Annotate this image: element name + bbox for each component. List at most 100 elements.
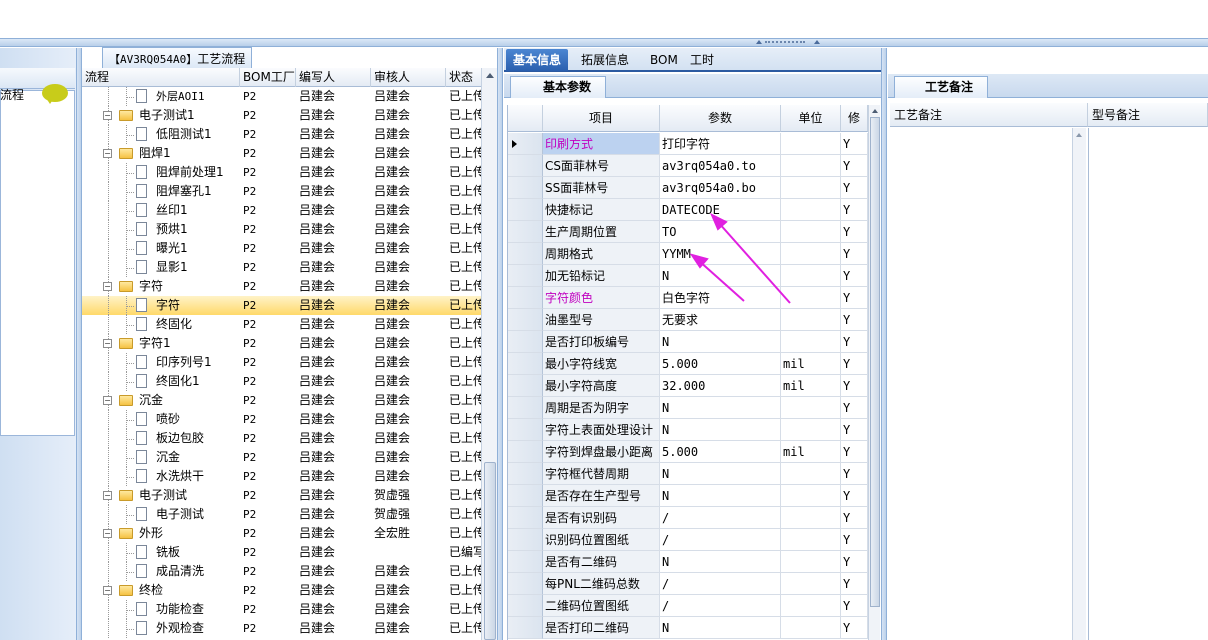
param-row[interactable]: 最小字符线宽 5.000 mil Y — [508, 353, 868, 375]
collapse-toggle-icon[interactable]: − — [103, 111, 112, 120]
tree-row[interactable]: 功能检查 P2 吕建会 吕建会 已上传 — [82, 600, 482, 619]
tree-node-name[interactable]: 沉金 — [139, 391, 240, 410]
col-header-writer[interactable]: 编写人 — [296, 68, 371, 87]
tree-node-name[interactable]: 铣板 — [156, 543, 240, 562]
right-splitter[interactable] — [881, 48, 887, 640]
param-unit[interactable] — [781, 529, 841, 551]
param-modify-flag[interactable]: Y — [841, 177, 868, 199]
scroll-up-icon[interactable] — [872, 109, 878, 113]
tree-row[interactable]: 阻焊前处理1 P2 吕建会 吕建会 已上传 — [82, 163, 482, 182]
param-value[interactable]: 5.000 — [660, 441, 781, 463]
tree-row[interactable]: 曝光1 P2 吕建会 吕建会 已上传 — [82, 239, 482, 258]
grid-scroll-thumb[interactable] — [870, 117, 880, 607]
param-value[interactable]: / — [660, 595, 781, 617]
param-unit[interactable] — [781, 309, 841, 331]
param-modify-flag[interactable]: Y — [841, 573, 868, 595]
tree-node-name[interactable]: 预烘1 — [156, 220, 240, 239]
tree-row[interactable]: − 电子测试1 P2 吕建会 吕建会 已上传 — [82, 106, 482, 125]
param-unit[interactable] — [781, 331, 841, 353]
param-modify-flag[interactable]: Y — [841, 133, 868, 155]
tree-row[interactable]: − 字符1 P2 吕建会 吕建会 已上传 — [82, 334, 482, 353]
tree-node-name[interactable]: 阻焊塞孔1 — [156, 182, 240, 201]
model-remarks-area[interactable] — [1088, 128, 1208, 640]
tree-node-name[interactable]: 字符 — [156, 296, 240, 315]
param-value[interactable]: N — [660, 265, 781, 287]
param-unit[interactable]: mil — [781, 353, 841, 375]
grid-header-param[interactable]: 参数 — [660, 105, 781, 132]
param-unit[interactable]: mil — [781, 375, 841, 397]
tree-row[interactable]: 印序列号1 P2 吕建会 吕建会 已上传 — [82, 353, 482, 372]
row-header[interactable] — [508, 617, 543, 639]
collapse-toggle-icon[interactable]: − — [103, 149, 112, 158]
tab-basic-info[interactable]: 基本信息 — [506, 49, 569, 71]
param-unit[interactable] — [781, 287, 841, 309]
param-modify-flag[interactable]: Y — [841, 507, 868, 529]
tree-node-name[interactable]: 电子测试 — [139, 486, 240, 505]
remarks-header-process[interactable]: 工艺备注 — [890, 103, 1088, 127]
param-value[interactable]: 白色字符 — [660, 287, 781, 309]
param-modify-flag[interactable]: Y — [841, 265, 868, 287]
row-header[interactable] — [508, 397, 543, 419]
param-value[interactable]: N — [660, 419, 781, 441]
tree-row[interactable]: 字符 P2 吕建会 吕建会 已上传 — [82, 296, 482, 315]
grid-header-item[interactable]: 项目 — [543, 105, 660, 132]
tree-node-name[interactable]: 阻焊前处理1 — [156, 163, 240, 182]
param-unit[interactable] — [781, 551, 841, 573]
param-modify-flag[interactable]: Y — [841, 463, 868, 485]
remarks-scrollbar[interactable] — [1072, 128, 1086, 640]
param-modify-flag[interactable]: Y — [841, 287, 868, 309]
param-modify-flag[interactable]: Y — [841, 397, 868, 419]
param-row[interactable]: 周期是否为阴字 N Y — [508, 397, 868, 419]
tree-row[interactable]: 预烘1 P2 吕建会 吕建会 已上传 — [82, 220, 482, 239]
param-unit[interactable] — [781, 419, 841, 441]
param-unit[interactable] — [781, 243, 841, 265]
param-value[interactable]: 无要求 — [660, 309, 781, 331]
param-modify-flag[interactable]: Y — [841, 485, 868, 507]
collapse-toggle-icon[interactable]: − — [103, 586, 112, 595]
process-tree-table[interactable]: 流程 BOM工厂 编写人 审核人 状态 外层AOI1 P2 吕建会 吕建会 已上传 − 电子… — [81, 68, 497, 640]
tree-row[interactable]: 终固化 P2 吕建会 吕建会 已上传 — [82, 315, 482, 334]
tree-row[interactable]: − 终检 P2 吕建会 吕建会 已上传 — [82, 581, 482, 600]
param-unit[interactable] — [781, 221, 841, 243]
param-modify-flag[interactable]: Y — [841, 331, 868, 353]
tree-row[interactable]: 低阻测试1 P2 吕建会 吕建会 已上传 — [82, 125, 482, 144]
param-row[interactable]: 是否打印板编号 N Y — [508, 331, 868, 353]
param-value[interactable]: DATECODE — [660, 199, 781, 221]
param-modify-flag[interactable]: Y — [841, 441, 868, 463]
row-header[interactable] — [508, 265, 543, 287]
row-header[interactable] — [508, 441, 543, 463]
param-value[interactable]: av3rq054a0.bo — [660, 177, 781, 199]
param-unit[interactable] — [781, 485, 841, 507]
tree-row[interactable]: 沉金 P2 吕建会 吕建会 已上传 — [82, 448, 482, 467]
grid-scrollbar[interactable] — [868, 105, 880, 640]
col-header-bom[interactable]: BOM工厂 — [240, 68, 296, 87]
tree-node-name[interactable]: 水洗烘干 — [156, 467, 240, 486]
param-row[interactable]: 是否打印二维码 N Y — [508, 617, 868, 639]
tab-bom[interactable]: BOM — [643, 49, 685, 71]
param-row[interactable]: 是否有识别码 / Y — [508, 507, 868, 529]
tree-node-name[interactable]: 板边包胶 — [156, 429, 240, 448]
tree-node-name[interactable]: 显影1 — [156, 258, 240, 277]
params-grid[interactable]: 项目 参数 单位 修 印刷方式 打印字符 Y CS面菲林号 av3rq054a0.to Y… — [507, 105, 880, 640]
param-value[interactable]: N — [660, 485, 781, 507]
nav-item-process[interactable]: 流程 — [0, 86, 24, 103]
collapse-toggle-icon[interactable]: − — [103, 396, 112, 405]
param-unit[interactable] — [781, 507, 841, 529]
param-value[interactable]: / — [660, 507, 781, 529]
param-row[interactable]: 加无铅标记 N Y — [508, 265, 868, 287]
scroll-up-icon[interactable] — [486, 73, 494, 78]
param-unit[interactable] — [781, 177, 841, 199]
row-header[interactable] — [508, 375, 543, 397]
tree-node-name[interactable]: 终固化 — [156, 315, 240, 334]
row-header[interactable] — [508, 419, 543, 441]
tree-node-name[interactable]: 成品清洗 — [156, 562, 240, 581]
tree-row[interactable]: 阻焊塞孔1 P2 吕建会 吕建会 已上传 — [82, 182, 482, 201]
param-unit[interactable] — [781, 595, 841, 617]
tree-node-name[interactable]: 印序列号1 — [156, 353, 240, 372]
param-row[interactable]: 识别码位置图纸 / Y — [508, 529, 868, 551]
param-unit[interactable]: mil — [781, 441, 841, 463]
param-row[interactable]: 油墨型号 无要求 Y — [508, 309, 868, 331]
param-modify-flag[interactable]: Y — [841, 353, 868, 375]
param-unit[interactable] — [781, 133, 841, 155]
param-row[interactable]: 每PNL二维码总数 / Y — [508, 573, 868, 595]
